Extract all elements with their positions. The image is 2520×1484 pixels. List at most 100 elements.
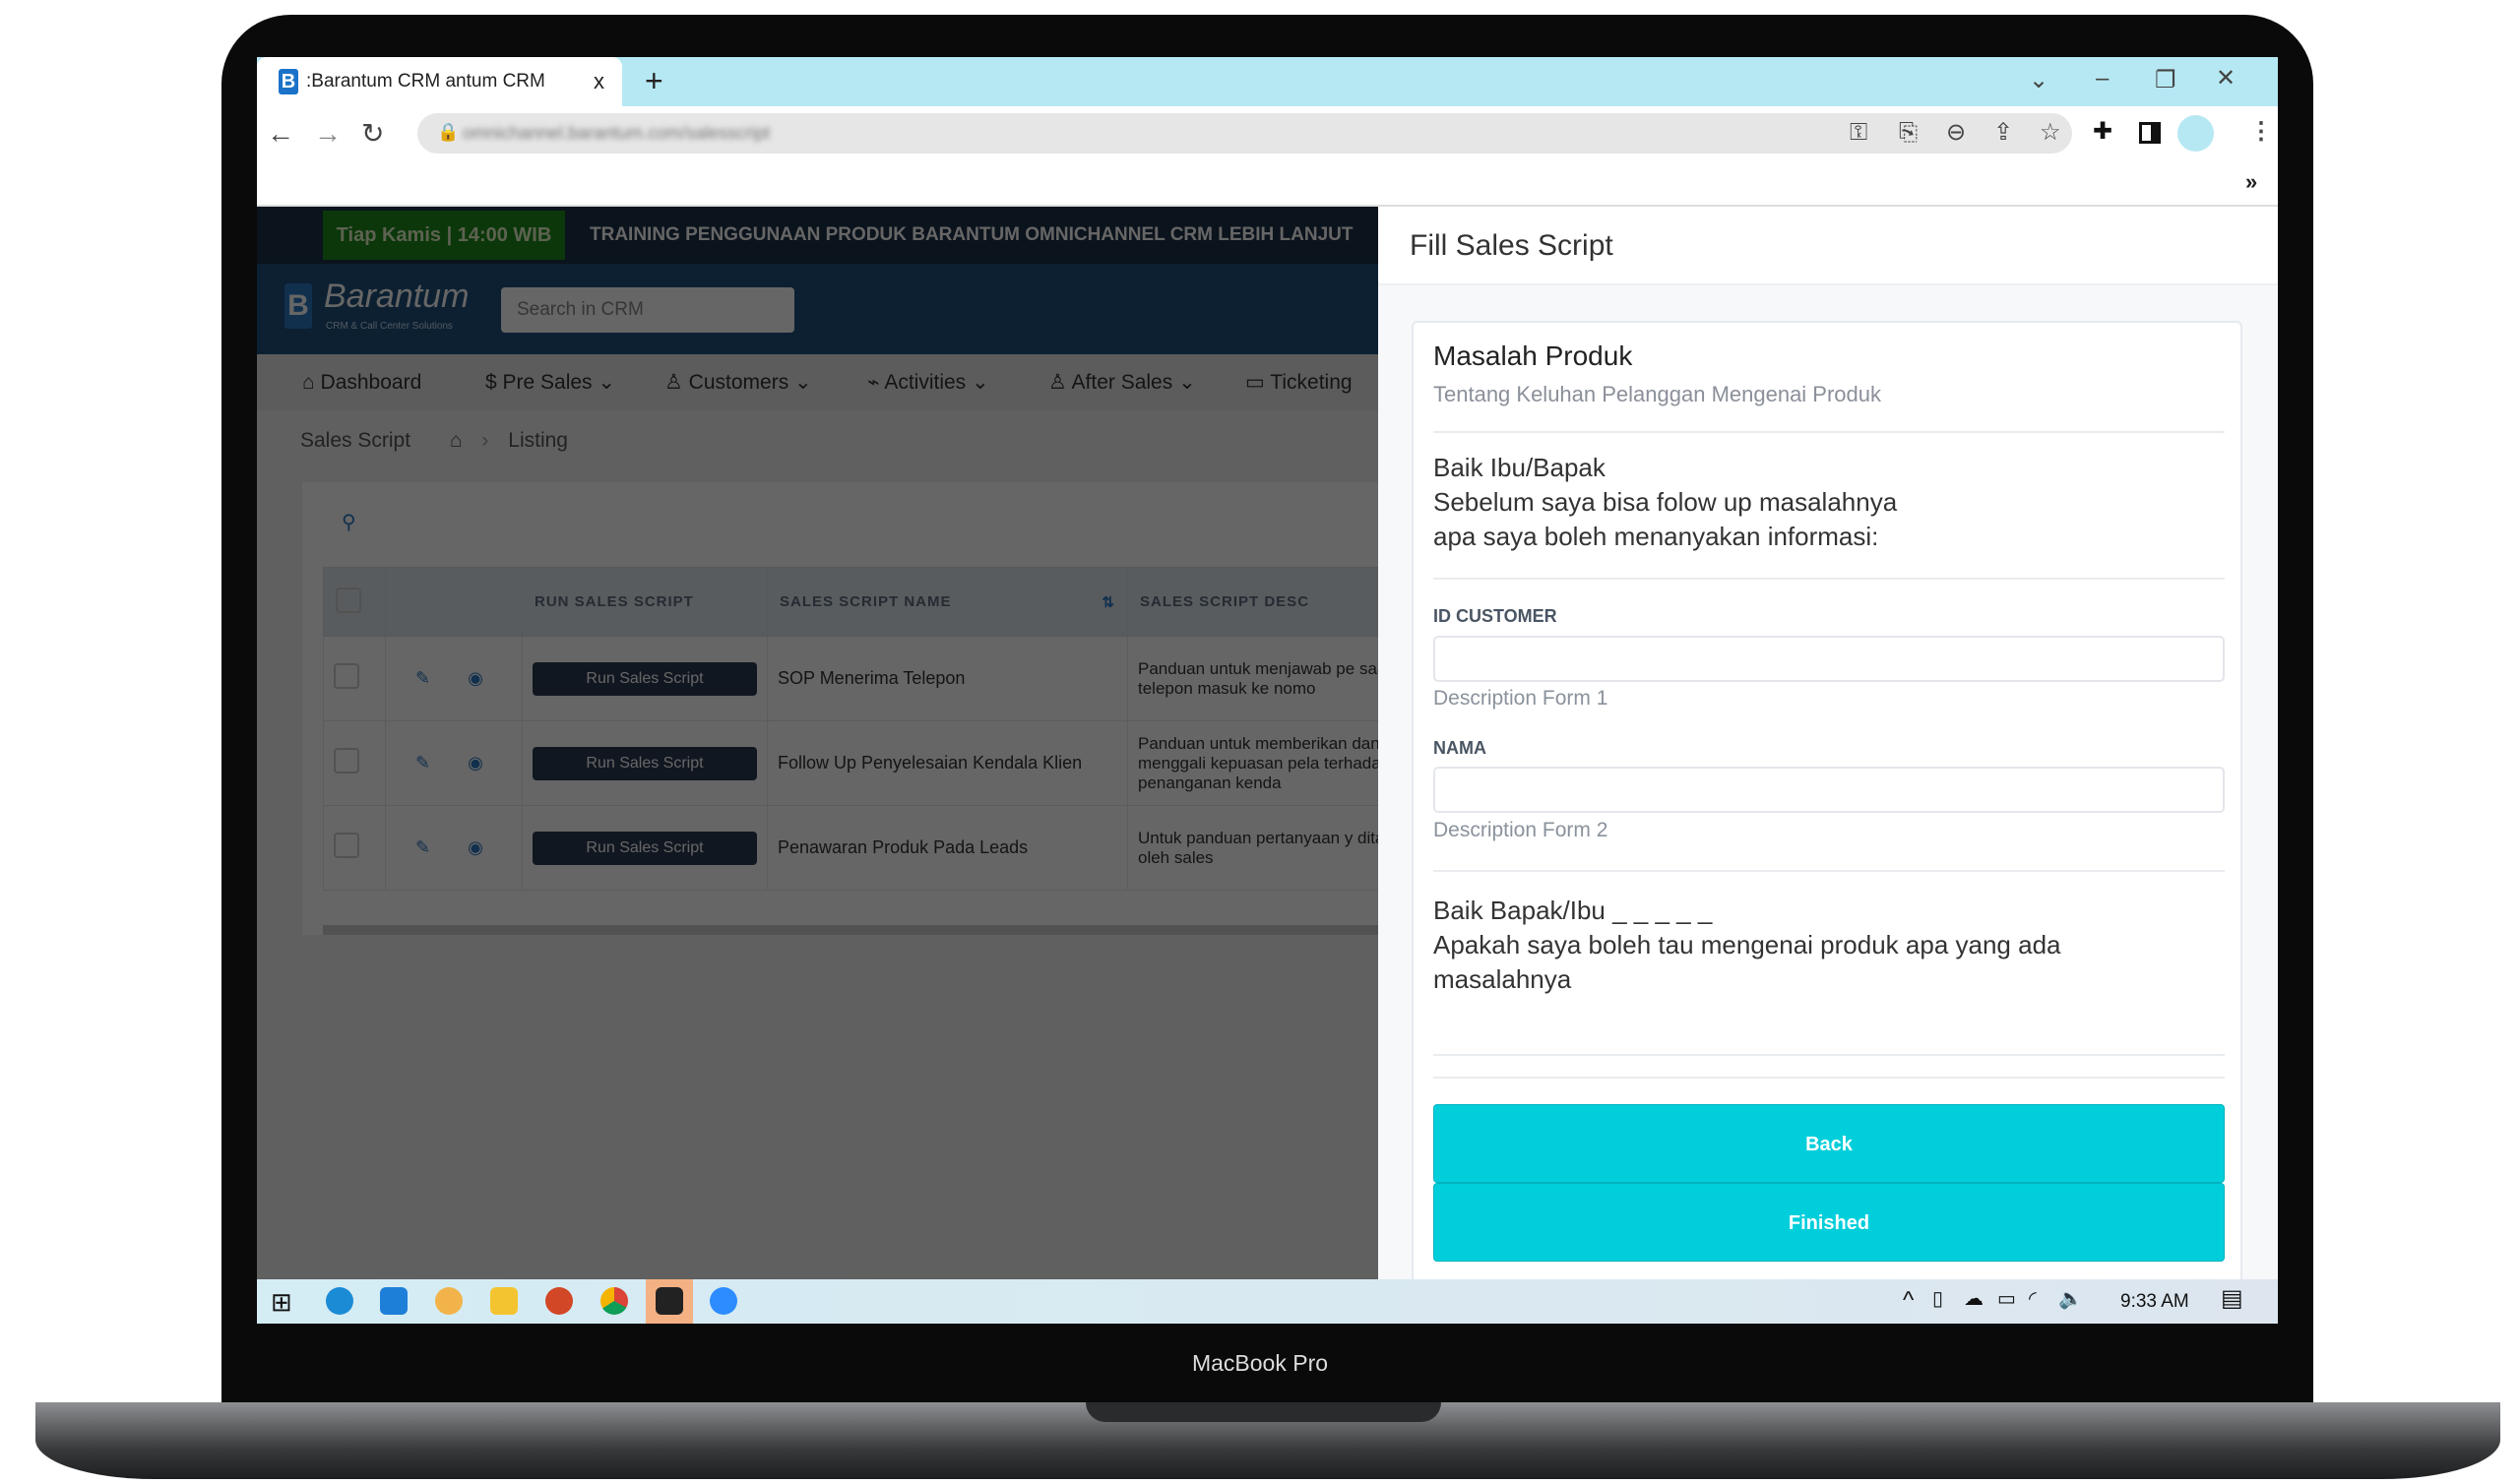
finished-button[interactable]: Finished [1433, 1183, 2225, 1262]
nama-description: Description Form 2 [1433, 819, 1608, 841]
translate-icon[interactable]: ⎘ [1899, 121, 1918, 145]
page: Tiap Kamis | 14:00 WIB TRAINING PENGGUNA… [257, 207, 2278, 1305]
script-desc: Untuk panduan pertanyaan y ditanyakan ol… [1127, 805, 1378, 891]
users-icon: ♙ [1048, 371, 1072, 394]
section-subtitle: Tentang Keluhan Pelanggan Mengenai Produ… [1433, 382, 1882, 406]
view-icon[interactable]: ◉ [468, 668, 483, 688]
edit-icon[interactable]: ✎ [415, 753, 430, 773]
nav-ticketing[interactable]: ▭ Ticketing [1245, 354, 1353, 410]
fill-sales-script-panel: Fill Sales Script Masalah Produk Tentang… [1378, 207, 2278, 1305]
restore-icon[interactable]: ❐ [2155, 69, 2176, 93]
run-sales-script-button[interactable]: Run Sales Script [533, 661, 757, 696]
screen: B :Barantum CRM antum CRM x + ⌄ – ❐ ✕ ← … [257, 57, 2278, 1324]
zoom-app-icon[interactable] [710, 1287, 737, 1315]
row-checkbox[interactable] [334, 663, 359, 689]
nav-dashboard[interactable]: ⌂ Dashboard [302, 354, 421, 410]
training-banner[interactable]: Tiap Kamis | 14:00 WIB TRAINING PENGGUNA… [257, 207, 1378, 264]
volume-icon[interactable]: 🔈 [2058, 1289, 2083, 1309]
divider [1433, 870, 2225, 872]
windows-taskbar: ⊞ ^ ▯ ☁ ▭ ◜ 🔈 9:33 AM ▤ [257, 1279, 2278, 1324]
select-all-header[interactable] [323, 567, 386, 637]
header-name[interactable]: SALES SCRIPT NAME ⇅ [767, 567, 1128, 637]
view-icon[interactable]: ◉ [468, 753, 483, 773]
chrome-icon[interactable] [600, 1287, 628, 1315]
back-button[interactable]: Back [1433, 1104, 2225, 1183]
bookmarks-more-icon[interactable]: » [2245, 169, 2257, 195]
view-icon[interactable]: ◉ [468, 837, 483, 857]
nav-after-sales[interactable]: ♙ After Sales ⌄ [1048, 354, 1196, 410]
edge-icon[interactable] [326, 1287, 353, 1315]
share-icon[interactable]: ⇪ [1993, 121, 2013, 145]
close-tab-icon[interactable]: x [594, 69, 604, 94]
run-sales-script-button[interactable]: Run Sales Script [533, 831, 757, 865]
laptop-notch [1086, 1402, 1441, 1422]
minimize-icon[interactable]: – [2096, 67, 2109, 91]
nav-pre-sales[interactable]: $ Pre Sales ⌄ [485, 354, 615, 410]
nav-customers[interactable]: ♙ Customers ⌄ [664, 354, 812, 410]
folder-icon: ▭ [1245, 371, 1271, 394]
script-card: Masalah Produk Tentang Keluhan Pelanggan… [1412, 321, 2242, 1305]
url-text: omnichannel.barantum.com/salesscript [463, 123, 771, 143]
row-checkbox[interactable] [334, 748, 359, 773]
home-icon[interactable]: ⌂ [450, 429, 463, 452]
id-customer-input[interactable] [1433, 636, 2225, 682]
tab-bar: B :Barantum CRM antum CRM x + ⌄ – ❐ ✕ [257, 57, 2278, 106]
horizontal-scrollbar[interactable] [323, 925, 1378, 935]
banner-text: TRAINING PENGGUNAAN PRODUK BARANTUM OMNI… [590, 224, 1354, 245]
divider [1433, 578, 2225, 580]
back-arrow-icon[interactable]: ← [267, 120, 294, 148]
zoom-out-icon[interactable]: ⊖ [1946, 121, 1966, 145]
onedrive-icon[interactable]: ☁ [1964, 1289, 1984, 1309]
notifications-icon[interactable]: ▤ [2221, 1287, 2243, 1311]
divider [1433, 431, 2225, 433]
header-desc: SALES SCRIPT DESC [1127, 567, 1378, 637]
key-icon[interactable]: ⚿ [1850, 121, 1867, 145]
tab-search-chevron-icon[interactable]: ⌄ [2029, 69, 2048, 93]
edit-icon[interactable]: ✎ [415, 668, 430, 688]
star-icon[interactable]: ☆ [2040, 121, 2061, 145]
row-checkbox[interactable] [334, 833, 359, 858]
clock[interactable]: 9:33 AM [2120, 1291, 2189, 1313]
tray-chevron-icon[interactable]: ^ [1903, 1289, 1914, 1313]
logo-text: Barantum [324, 278, 470, 315]
forward-arrow-icon[interactable]: → [314, 120, 342, 148]
profile-avatar[interactable] [2177, 115, 2214, 152]
reload-icon[interactable]: ↻ [361, 120, 384, 148]
crm-header: B Barantum CRM & Call Center Solutions S… [257, 264, 1378, 354]
meet-icon[interactable]: ▯ [1932, 1289, 1943, 1309]
logo-tagline: CRM & Call Center Solutions [326, 321, 453, 332]
wifi-icon[interactable]: ◜ [2029, 1289, 2037, 1309]
menu-kebab-icon[interactable]: ⋮ [2249, 120, 2273, 144]
activity-icon: ⌁ [867, 371, 885, 394]
divider [1433, 1054, 2225, 1056]
new-tab-button[interactable]: + [645, 63, 663, 99]
address-bar[interactable]: 🔒 omnichannel.barantum.com/salesscript ⚿… [417, 113, 2072, 154]
run-sales-script-button[interactable]: Run Sales Script [533, 746, 757, 780]
search-icon[interactable]: ⚲ [342, 510, 356, 534]
powerpoint-icon[interactable] [545, 1287, 573, 1315]
barantum-favicon: B [279, 69, 298, 94]
file-explorer-icon[interactable] [490, 1287, 518, 1315]
divider [1433, 1077, 2225, 1079]
crm-search-input[interactable]: Search in CRM [501, 287, 794, 333]
intro-text: Baik Ibu/Bapak Sebelum saya bisa folow up… [1433, 453, 1898, 551]
mail-icon[interactable] [380, 1287, 408, 1315]
battery-icon[interactable]: ▭ [1997, 1289, 2016, 1309]
nav-activities[interactable]: ⌁ Activities ⌄ [867, 354, 989, 410]
nama-input[interactable] [1433, 767, 2225, 813]
side-panel-icon[interactable] [2139, 122, 2161, 144]
table-row: ✎ ◉ Run Sales Script Penawaran Produk Pad… [323, 805, 1378, 891]
close-window-icon[interactable]: ✕ [2216, 67, 2236, 91]
edit-icon[interactable]: ✎ [415, 837, 430, 857]
listing-card: ⚲ RUN SALES SCRIPT SALES SCRIPT NAME ⇅ SA… [302, 482, 1378, 935]
lock-icon: 🔒 [437, 122, 460, 142]
main-nav: ⌂ Dashboard $ Pre Sales ⌄ ♙ Customers ⌄ … [257, 354, 1378, 410]
crm-listing-background[interactable]: Tiap Kamis | 14:00 WIB TRAINING PENGGUNA… [257, 207, 1378, 1279]
sticky-notes-active[interactable] [646, 1279, 693, 1324]
windows-start-icon[interactable]: ⊞ [271, 1287, 292, 1318]
browser-tab[interactable]: B :Barantum CRM antum CRM x [257, 57, 622, 106]
extensions-icon[interactable]: ✚ [2093, 120, 2112, 144]
sort-icon: ⇅ [1102, 593, 1115, 611]
paint-icon[interactable] [435, 1287, 463, 1315]
barantum-logo-icon: B [284, 283, 312, 329]
